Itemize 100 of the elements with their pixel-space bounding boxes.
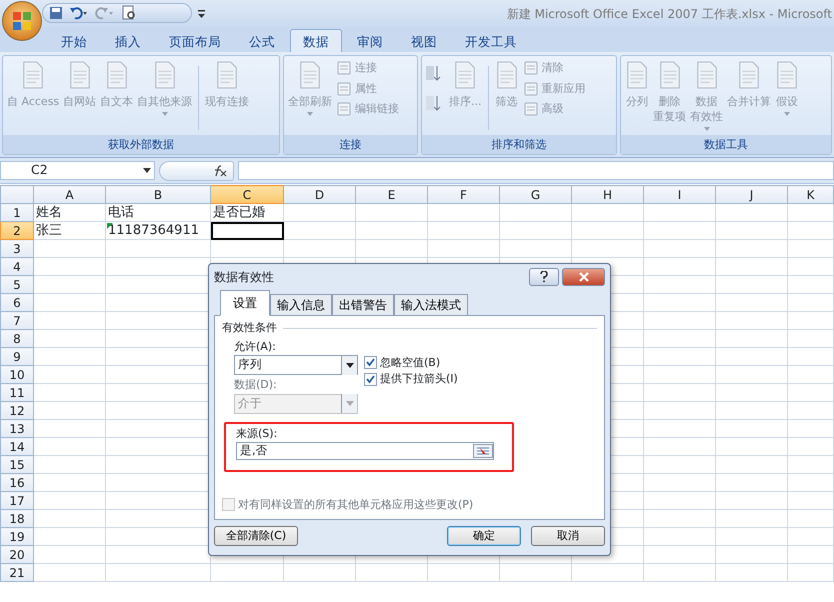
row-header[interactable]: 17 xyxy=(0,492,34,510)
ribbon-tab[interactable]: 公式 xyxy=(236,29,288,52)
column-header[interactable]: A xyxy=(34,186,106,204)
column-header[interactable]: F xyxy=(428,186,500,204)
row-header[interactable]: 4 xyxy=(0,258,34,276)
ribbon-tab[interactable]: 审阅 xyxy=(344,29,396,52)
row-header[interactable]: 3 xyxy=(0,240,34,258)
table-cell[interactable]: 姓名 xyxy=(34,204,106,222)
small-document-icon xyxy=(524,61,538,76)
small-document-icon xyxy=(524,102,538,116)
row-header[interactable]: 20 xyxy=(0,546,34,564)
field-label: 允许(A): xyxy=(234,338,277,354)
office-logo-icon xyxy=(11,10,33,32)
window-title: 新建 Microsoft Office Excel 2007 工作表.xlsx - Microsoft xyxy=(506,6,832,23)
active-cell[interactable] xyxy=(210,222,284,240)
field-label: 来源(S): xyxy=(236,426,278,442)
row-header[interactable]: 12 xyxy=(0,402,34,420)
formula-input-field[interactable] xyxy=(238,161,834,180)
save-icon[interactable] xyxy=(49,6,63,20)
column-header[interactable]: J xyxy=(716,186,788,204)
ribbon-tab[interactable]: 开发工具 xyxy=(452,29,530,52)
document-icon xyxy=(494,60,518,90)
table-cell[interactable]: 电话 xyxy=(106,204,210,222)
insert-function-button[interactable] xyxy=(159,161,234,181)
row-header[interactable]: 15 xyxy=(0,456,34,474)
document-icon xyxy=(104,60,129,90)
dialog-tab[interactable]: 出错警告 xyxy=(332,294,394,315)
table-cell[interactable]: 是否已婚 xyxy=(210,204,284,222)
undo-icon[interactable] xyxy=(69,6,89,20)
row-header[interactable]: 6 xyxy=(0,294,34,312)
table-cell[interactable]: 张三 xyxy=(34,222,106,240)
section-heading: 有效性条件 xyxy=(222,320,277,336)
document-icon xyxy=(298,60,322,90)
ribbon-tab[interactable]: 开始 xyxy=(48,29,100,52)
name-box[interactable]: C2 xyxy=(0,161,155,180)
dropdown-arrow-icon[interactable] xyxy=(143,168,151,173)
close-button[interactable] xyxy=(562,268,605,286)
checkbox-box[interactable] xyxy=(364,372,377,386)
row-header[interactable]: 2 xyxy=(0,222,34,240)
checkbox-label: 对有同样设置的所有其他单元格应用这些更改(P) xyxy=(238,496,474,512)
ribbon-tab[interactable]: 视图 xyxy=(398,29,450,52)
ribbon-tab[interactable]: 插入 xyxy=(102,29,154,52)
group-label: 排序和筛选 xyxy=(422,135,616,154)
row-header[interactable]: 21 xyxy=(0,564,34,582)
column-header[interactable]: G xyxy=(500,186,572,204)
dialog-tab[interactable]: 输入法模式 xyxy=(394,294,468,315)
document-icon xyxy=(21,60,46,90)
checkbox-label: 提供下拉箭头(I) xyxy=(380,371,458,387)
dropdown-field[interactable]: 序列 xyxy=(234,355,358,375)
column-header[interactable]: E xyxy=(356,186,428,204)
document-icon xyxy=(658,60,682,90)
row-header[interactable]: 14 xyxy=(0,438,34,456)
collapse-dialog-button[interactable] xyxy=(473,444,493,458)
column-header[interactable]: I xyxy=(644,186,716,204)
column-header[interactable]: D xyxy=(284,186,356,204)
field-label: 数据(D): xyxy=(234,377,278,393)
column-header[interactable]: H xyxy=(572,186,644,204)
print-preview-icon[interactable] xyxy=(121,5,137,21)
small-document-icon xyxy=(337,61,351,76)
row-header[interactable]: 18 xyxy=(0,510,34,528)
table-cell[interactable]: 11187364911 xyxy=(106,222,210,240)
dialog-tab[interactable]: 输入信息 xyxy=(270,294,332,315)
row-header[interactable]: 1 xyxy=(0,204,34,222)
function-icon xyxy=(213,165,227,177)
dialog-button[interactable]: 全部清除(C) xyxy=(214,526,298,546)
office-button[interactable] xyxy=(2,1,42,41)
dialog-title: 数据有效性 xyxy=(214,269,274,286)
document-icon xyxy=(68,60,92,90)
customize-icon[interactable] xyxy=(197,8,207,20)
column-header[interactable]: C xyxy=(210,186,284,204)
row-header[interactable]: 13 xyxy=(0,420,34,438)
row-header[interactable]: 11 xyxy=(0,384,34,402)
checkbox-box[interactable] xyxy=(364,356,377,370)
group-label: 获取外部数据 xyxy=(3,135,279,154)
dialog-tab[interactable]: 设置 xyxy=(220,290,270,316)
document-icon xyxy=(775,60,799,90)
row-header[interactable]: 9 xyxy=(0,348,34,366)
ribbon-tab[interactable]: 数据 xyxy=(290,29,342,52)
row-header[interactable]: 7 xyxy=(0,312,34,330)
row-header[interactable]: 5 xyxy=(0,276,34,294)
dialog-button[interactable]: 取消 xyxy=(531,526,605,546)
column-header[interactable]: K xyxy=(788,186,834,204)
group-label: 数据工具 xyxy=(621,135,831,154)
small-document-icon xyxy=(337,102,351,116)
row-header[interactable]: 16 xyxy=(0,474,34,492)
document-icon xyxy=(453,60,478,90)
field-value: 序列 xyxy=(238,356,262,374)
row-header[interactable]: 19 xyxy=(0,528,34,546)
row-header[interactable]: 10 xyxy=(0,366,34,384)
source-input-field[interactable]: 是,否 xyxy=(236,442,494,460)
column-header[interactable]: B xyxy=(106,186,210,204)
field-value: 是,否 xyxy=(240,442,268,460)
group-label: 连接 xyxy=(284,135,417,154)
dialog-button[interactable]: 确定 xyxy=(447,526,521,546)
row-header[interactable]: 8 xyxy=(0,330,34,348)
help-button[interactable] xyxy=(529,268,559,286)
field-value: 介于 xyxy=(238,394,262,412)
range-select-icon xyxy=(473,444,493,458)
document-icon xyxy=(737,60,761,90)
ribbon-tab[interactable]: 页面布局 xyxy=(156,29,234,52)
